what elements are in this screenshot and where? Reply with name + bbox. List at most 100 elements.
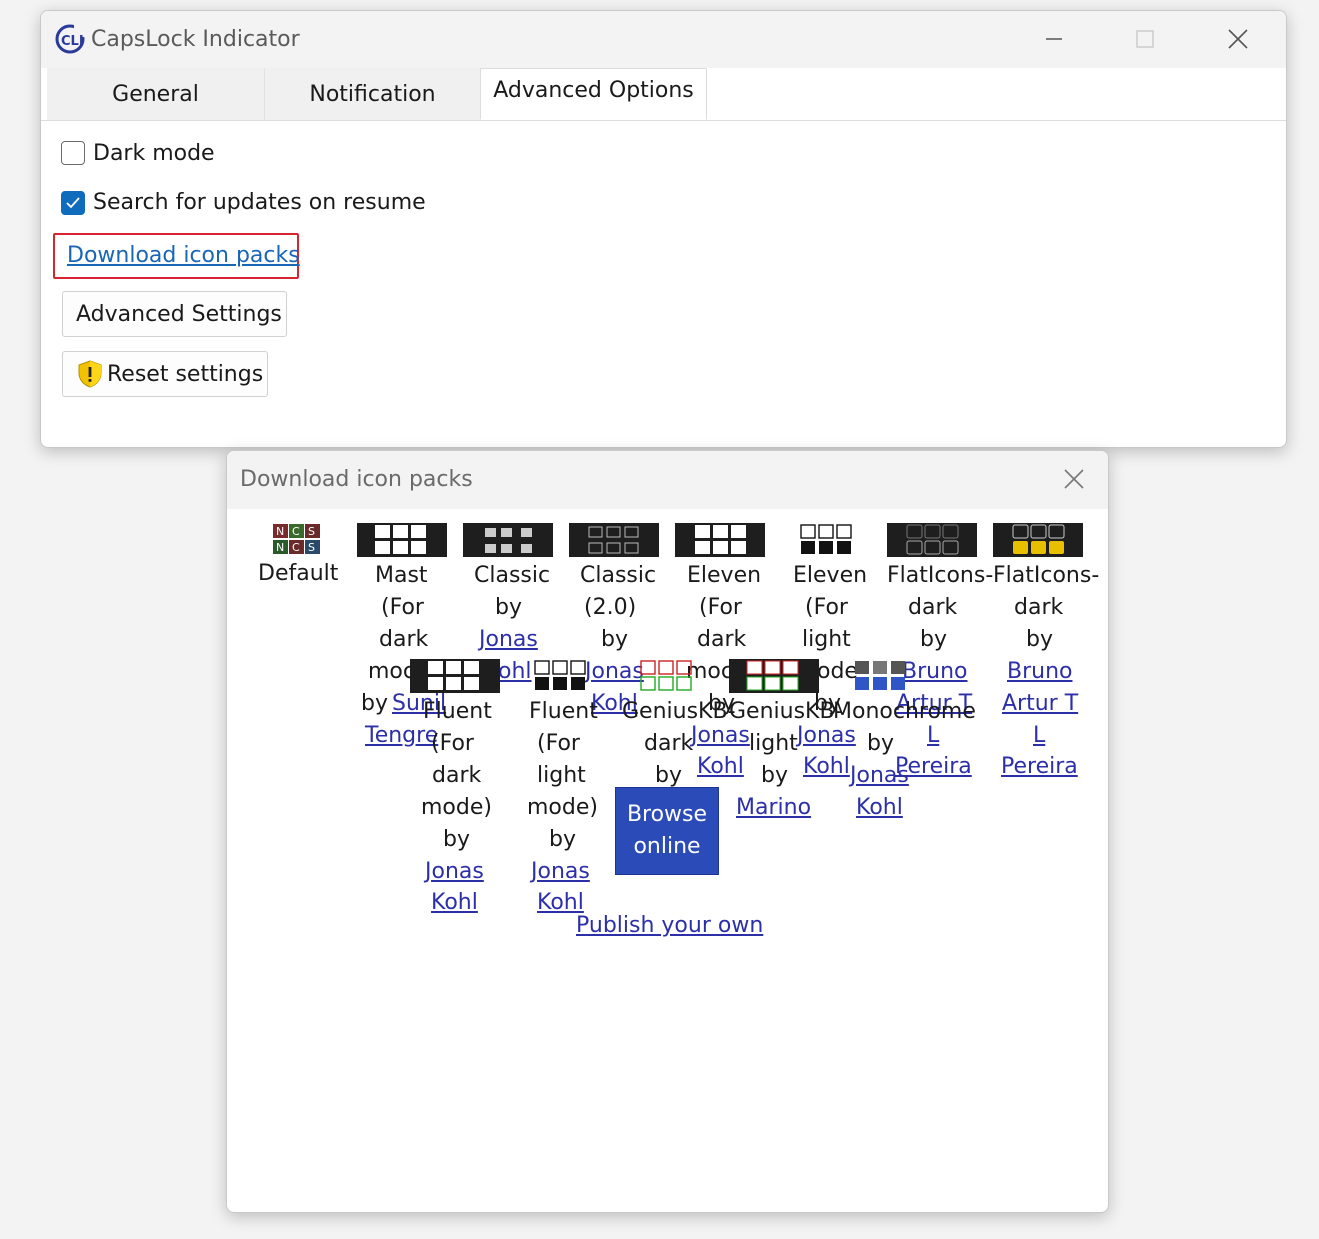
pack-flat-dark2-author3[interactable]: L [1033, 720, 1045, 752]
pack-classic-line1: Classic [474, 563, 551, 588]
close-icon [1228, 29, 1248, 49]
minimize-icon [1046, 38, 1062, 40]
pack-eleven-light-line4: ode [817, 659, 858, 684]
flaticons-dark-pack-preview-2[interactable] [993, 523, 1083, 557]
dark-mode-checkbox[interactable] [61, 141, 85, 165]
minimize-button[interactable] [1031, 21, 1077, 57]
classic2-pack-preview[interactable] [569, 523, 659, 557]
pack-flat-dark1-author1[interactable]: Bruno [902, 656, 967, 688]
tab-general[interactable]: General [47, 68, 265, 120]
title-bar: CLI CapsLock Indicator [41, 11, 1286, 68]
pack-classic2-author1[interactable]: Jonas [585, 656, 644, 688]
pack-monochrome-author1[interactable]: Jonas [850, 760, 909, 792]
pack-classic-author2[interactable]: ohl [498, 656, 532, 688]
pack-flat-dark1-line2: dark [908, 595, 958, 620]
pack-eleven-light-line1: Eleven [793, 563, 868, 588]
flaticons-dark-pack-preview-1[interactable] [887, 523, 977, 557]
pack-mast-line3: dark [379, 627, 429, 652]
svg-text:N: N [276, 541, 284, 554]
maximize-icon [1136, 30, 1154, 48]
search-updates-label: Search for updates on resume [93, 190, 426, 215]
publish-your-own-link[interactable]: Publish your own [576, 910, 763, 942]
svg-text:CLI: CLI [61, 34, 84, 49]
pack-fluent-light-line2: (For [537, 731, 580, 756]
pack-classic2-by: by [601, 627, 628, 652]
pack-fluent-dark-line4: mode) [421, 795, 492, 820]
svg-text:N: N [276, 525, 284, 538]
pack-fluent-light-line3: light [537, 763, 586, 788]
pack-flat-dark2-author2[interactable]: Artur T [1002, 688, 1078, 720]
pack-genius-light-line2: light [749, 731, 798, 756]
pack-flat-dark1-by: by [920, 627, 947, 652]
pack-genius-light-by: by [761, 763, 788, 788]
pack-classic-author1[interactable]: Jonas [479, 624, 538, 656]
pack-fluent-light-author1[interactable]: Jonas [531, 856, 590, 888]
pack-fluent-light-by: by [549, 827, 576, 852]
eleven-dark-pack-preview[interactable] [675, 523, 765, 557]
mast-pack-preview[interactable] [357, 523, 447, 557]
pack-fluent-dark-author1[interactable]: Jonas [425, 856, 484, 888]
pack-monochrome-author2[interactable]: Kohl [856, 792, 903, 824]
eleven-light-pack-preview[interactable] [799, 523, 855, 557]
pack-mast-by: by [361, 691, 388, 716]
pack-eleven-dark-line2: (For [699, 595, 742, 620]
pack-flat-dark2-author4[interactable]: Pereira [1001, 751, 1078, 783]
close-button[interactable] [1215, 21, 1261, 57]
pack-mast-line4: moc [368, 659, 415, 684]
pack-mast-line2: (For [381, 595, 424, 620]
pack-default-name: Default [258, 561, 339, 586]
search-updates-checkbox[interactable] [61, 191, 85, 215]
pack-classic2-line1: Classic [580, 563, 657, 588]
pack-eleven-light-author2[interactable]: Kohl [803, 751, 850, 783]
pack-eleven-dark-line3: dark [697, 627, 747, 652]
shield-icon [78, 360, 102, 388]
tab-notification[interactable]: Notification [265, 68, 481, 120]
pack-fluent-dark-author2[interactable]: Kohl [431, 887, 478, 919]
monochrome-pack-preview[interactable] [853, 659, 909, 693]
pack-genius-dark-line1: GeniusKB- [622, 699, 736, 724]
pack-monochrome-line1: Monochrome [833, 699, 976, 724]
reset-settings-button[interactable]: Reset settings [62, 351, 268, 397]
checkmark-icon [66, 197, 80, 209]
pack-flat-dark2-line2: dark [1014, 595, 1064, 620]
svg-text:S: S [308, 525, 315, 538]
advanced-settings-button[interactable]: Advanced Settings [62, 291, 287, 337]
fluent-dark-pack-preview[interactable] [410, 659, 500, 693]
download-icon-packs-dialog: Download icon packs NCS NCS Default Mast… [226, 450, 1109, 1213]
pack-classic2-line2: (2.0) [584, 595, 637, 620]
browse-online-line2: online [633, 834, 701, 859]
pack-eleven-light-line3: light [802, 627, 851, 652]
pack-classic-by: by [495, 595, 522, 620]
pack-fluent-dark-line1: Fluent [423, 699, 492, 724]
pack-fluent-light-line4: mode) [527, 795, 598, 820]
capslock-indicator-window: CLI CapsLock Indicator General Notificat… [40, 10, 1287, 448]
pack-flat-dark2-line1: FlatIcons- [993, 563, 1100, 588]
browse-online-line1: Browse [626, 802, 708, 827]
pack-flat-dark2-by: by [1026, 627, 1053, 652]
pack-fluent-dark-by: by [443, 827, 470, 852]
svg-text:C: C [292, 525, 300, 538]
svg-text:S: S [308, 541, 315, 554]
dialog-close-icon[interactable] [1062, 467, 1086, 491]
pack-eleven-dark-line1: Eleven [687, 563, 762, 588]
pack-eleven-dark-author2[interactable]: Kohl [697, 751, 744, 783]
pack-genius-dark-line2: dark [644, 731, 694, 756]
tab-advanced-options[interactable]: Advanced Options [480, 68, 707, 120]
geniuskb-light-pack-preview[interactable] [729, 659, 819, 693]
pack-fluent-dark-line3: dark [432, 763, 482, 788]
download-icon-packs-link[interactable]: Download icon packs [67, 243, 300, 268]
pack-genius-light-author[interactable]: Marino [736, 792, 811, 824]
pack-fluent-dark-line2: (For [431, 731, 474, 756]
default-pack-preview[interactable]: NCS NCS [273, 523, 321, 557]
pack-flat-dark1-line1: FlatIcons- [887, 563, 994, 588]
dialog-title: Download icon packs [240, 467, 473, 492]
fluent-light-pack-preview[interactable] [533, 659, 589, 693]
geniuskb-dark-pack-preview[interactable] [639, 659, 695, 693]
dialog-title-bar: Download icon packs [227, 451, 1108, 509]
pack-genius-light-line1: GeniusKB- [729, 699, 843, 724]
classic-pack-preview[interactable] [463, 523, 553, 557]
pack-flat-dark2-author1[interactable]: Bruno [1007, 656, 1072, 688]
maximize-button[interactable] [1122, 21, 1168, 57]
browse-online-button[interactable]: Browse online [615, 787, 719, 875]
dark-mode-label: Dark mode [93, 141, 215, 166]
